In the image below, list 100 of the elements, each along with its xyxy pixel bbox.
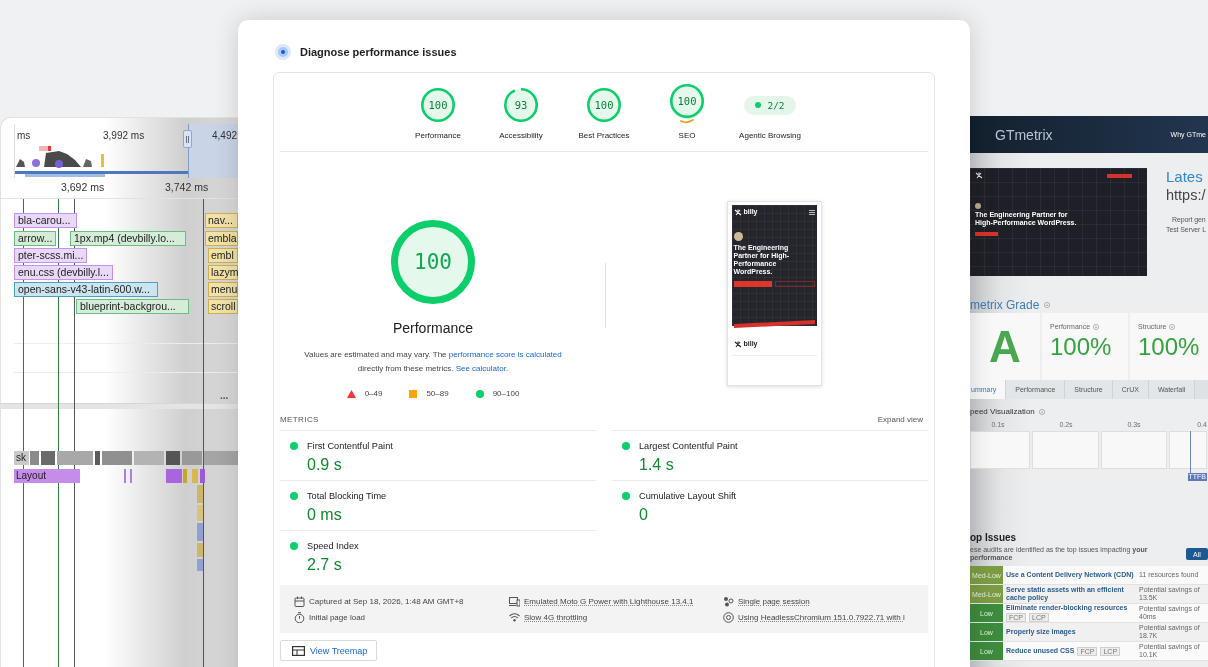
request-bar: bla-carou... <box>14 213 77 228</box>
section-title: metrix Grade <box>970 297 1040 313</box>
task-bar <box>182 451 202 465</box>
event-bar <box>197 485 203 503</box>
metric-label: Total Blocking Time <box>307 490 388 503</box>
metric-value: 2.7 s <box>307 555 343 575</box>
category-link[interactable]: 93 Accessibility <box>479 88 563 141</box>
more-label[interactable]: ... <box>220 390 229 401</box>
filmstrip-frame <box>1032 431 1099 469</box>
cta-button[interactable] <box>733 281 773 287</box>
category-link[interactable]: 100 Best Practices <box>562 88 646 141</box>
glow-dot-icon <box>275 44 291 60</box>
expand-view-button[interactable]: Expand view <box>877 414 928 424</box>
selection-overlay <box>188 124 238 178</box>
metric-label: Cumulative Layout Shift <box>639 490 738 503</box>
report-title: Lates <box>1166 168 1204 186</box>
score-value: 100 <box>677 95 697 107</box>
time-label: 4,492 <box>212 130 238 142</box>
calendar-icon <box>294 595 305 607</box>
status-dot-icon <box>290 442 298 450</box>
section-label: METRICS <box>280 414 319 424</box>
range-handle[interactable] <box>183 130 192 148</box>
request-bar: 1px.mp4 (devbilly.lo... <box>70 231 186 246</box>
event-bar <box>192 469 198 483</box>
circle-dot-icon <box>1038 409 1045 415</box>
range-label: 90–100 <box>492 389 520 399</box>
task-bar <box>204 451 238 465</box>
time-label: 3,742 ms <box>165 181 209 194</box>
wifi-icon <box>509 611 520 623</box>
category-link[interactable]: 100 SEO <box>645 88 729 141</box>
request-bar: pter-scss.mi... <box>14 248 88 263</box>
event-bar <box>197 505 203 521</box>
triangle-icon <box>346 390 356 398</box>
dots-icon <box>723 595 734 607</box>
circle-dot-icon <box>1093 324 1100 330</box>
environment-text: Slow 4G throttling <box>524 611 588 623</box>
environment-text: Emulated Moto G Power with Lighthouse 13.4.1 <box>524 595 694 607</box>
time-label: ms <box>17 130 31 142</box>
metric-label: First Contentful Paint <box>307 440 394 453</box>
task-bar <box>57 451 93 465</box>
circle-icon <box>475 390 484 398</box>
grade-letter: A <box>989 322 1021 371</box>
request-bar: lazym <box>208 265 238 280</box>
cta-button[interactable] <box>1107 173 1132 178</box>
request-bar: embl <box>208 248 238 263</box>
metric-value: 0 <box>639 505 649 525</box>
logo-mark-icon <box>975 172 983 179</box>
score-note: Values are estimated and may vary. The performance score is calculated directly from these metrics. See calculator. <box>303 349 563 375</box>
environment-text: Single page session <box>738 595 810 607</box>
status-dot-icon <box>622 492 630 500</box>
logo-mark-icon <box>733 340 742 348</box>
request-bar: open-sans-v43-latin-600.w... <box>14 282 158 297</box>
event-bar <box>197 559 203 571</box>
category-link[interactable]: 100 Performance <box>396 88 480 141</box>
task-bar: sk <box>14 451 29 465</box>
category-label: Agentic Browsing <box>739 131 801 141</box>
layout-bar: Layout <box>14 469 80 483</box>
time-label: 3,692 ms <box>61 181 105 194</box>
text-link[interactable]: See calculator. <box>455 364 509 373</box>
task-bar <box>30 451 39 465</box>
avatar-placeholder <box>975 203 981 209</box>
agentic-badge[interactable]: 2/2 <box>744 95 796 115</box>
stopwatch-icon <box>294 611 305 623</box>
metric-value: 0.9 s <box>307 455 343 475</box>
score-value: 93 <box>514 99 528 111</box>
score-value: 100% <box>1050 334 1112 360</box>
metric-value: 1.4 s <box>639 455 675 475</box>
status-dot-icon <box>290 542 298 550</box>
card-title: Diagnose performance issues <box>300 46 457 58</box>
text-link[interactable]: performance score is calculated <box>448 350 562 359</box>
swoosh-icon <box>680 119 694 124</box>
section-title: op Issues <box>970 531 1018 544</box>
avatar-placeholder <box>733 232 743 241</box>
task-bar <box>41 451 55 465</box>
timing-marker <box>1190 431 1191 473</box>
status-dot-icon <box>622 442 630 450</box>
task-bar <box>166 451 180 465</box>
request-bar: blueprint-backgrou... <box>76 299 189 314</box>
metric-value: 0 ms <box>307 505 343 525</box>
circle-dot-icon <box>1169 324 1176 330</box>
square-icon <box>409 390 418 398</box>
request-bar: menu <box>208 282 238 297</box>
event-bar <box>197 523 203 541</box>
target-icon <box>723 611 734 623</box>
task-bar <box>102 451 132 465</box>
metric-label: Largest Contentful Paint <box>639 440 739 453</box>
report-url: https:/ <box>1166 186 1206 204</box>
request-bar: nav... <box>205 213 238 228</box>
category-title: Performance <box>392 319 474 337</box>
view-treemap-button[interactable]: View Treemap <box>280 640 378 661</box>
request-bar: scroll <box>208 299 238 314</box>
panel-layout-icon <box>292 645 305 656</box>
devices-icon <box>509 595 520 607</box>
menu-icon <box>808 209 815 215</box>
cta-button[interactable] <box>775 281 815 287</box>
status-dot-icon <box>290 492 298 500</box>
logo-mark-icon <box>733 208 742 216</box>
request-bar: arrow... <box>14 231 57 246</box>
range-label: 0–49 <box>364 389 383 399</box>
request-bar: embla <box>205 231 238 246</box>
